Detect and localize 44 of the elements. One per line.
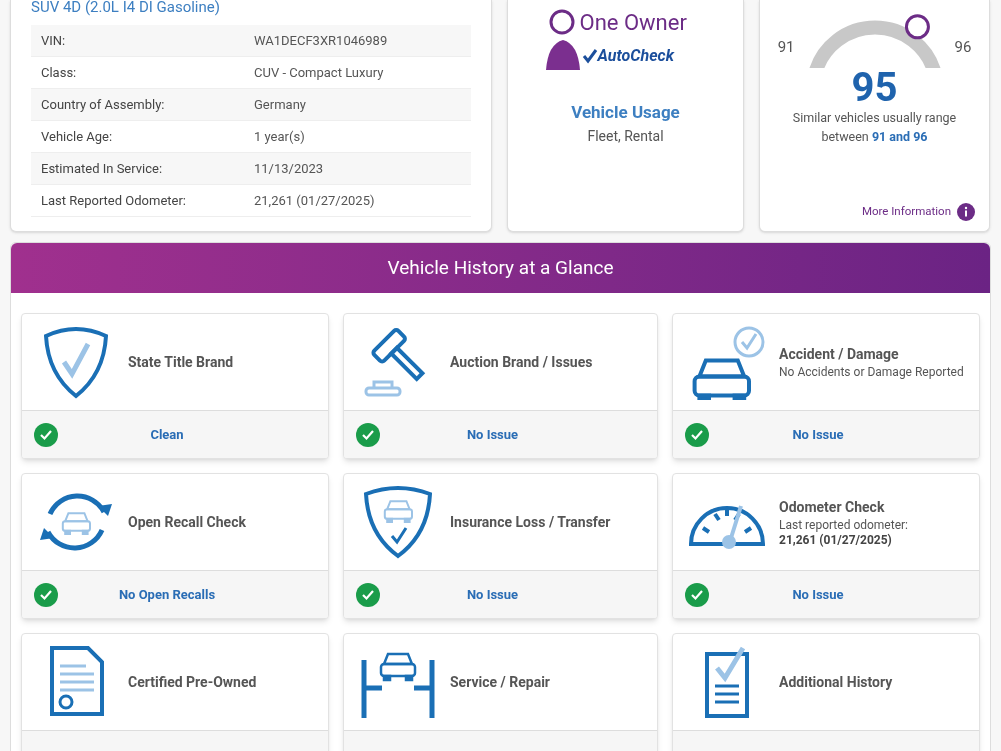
card-subtitle: No Accidents or Damage Reported: [779, 365, 964, 380]
card-title: Service / Repair: [450, 672, 550, 692]
card-title: Odometer Check: [779, 497, 886, 517]
usage-heading: Vehicle Usage: [571, 101, 680, 124]
spec-label: Last Reported Odometer:: [40, 191, 187, 210]
card-subtitle-value: 21,261 (01/27/2025): [779, 532, 893, 548]
score-value: 95: [851, 68, 898, 108]
spec-value: 11/13/2023: [254, 159, 324, 178]
spec-label: Class:: [40, 63, 78, 82]
card-result: No Issue: [465, 585, 520, 604]
more-information-link[interactable]: More Information: [861, 203, 951, 221]
spec-value: 21,261 (01/27/2025): [254, 191, 375, 210]
card-result: Clean: [149, 425, 185, 444]
card-title: Auction Brand / Issues: [450, 352, 593, 372]
spec-value: CUV - Compact Luxury: [254, 63, 384, 82]
card-result: No Issue: [465, 425, 520, 444]
card-title: Certified Pre-Owned: [128, 672, 257, 692]
section-title: Vehicle History at a Glance: [387, 254, 614, 281]
logo-subtitle: AutoCheck: [597, 45, 674, 67]
spec-value: Germany: [254, 95, 306, 114]
spec-label: Vehicle Age:: [40, 127, 114, 146]
card-subtitle: Last reported odometer:: [779, 517, 908, 533]
spec-label: VIN:: [40, 31, 67, 50]
info-icon[interactable]: [957, 203, 975, 221]
card-result: No Issue: [791, 585, 845, 604]
card-title: State Title Brand: [128, 352, 234, 372]
range-min: 91: [777, 37, 795, 58]
logo-title: One Owner: [579, 10, 687, 36]
card-title: Open Recall Check: [128, 512, 246, 532]
range-note: Similar vehicles usually range between 91 and 96: [791, 109, 958, 146]
spec-label: Estimated In Service:: [40, 159, 164, 178]
spec-label: Country of Assembly:: [40, 95, 166, 114]
spec-value: 1 year(s): [254, 127, 305, 146]
range-max: 96: [954, 37, 972, 58]
spec-value: WA1DECF3XR1046989: [254, 31, 388, 50]
card-result: No Issue: [791, 425, 845, 444]
usage-value: Fleet, Rental: [587, 126, 664, 146]
owner-logo-icon: [545, 8, 580, 70]
card-title: Insurance Loss / Transfer: [450, 512, 611, 532]
vehicle-title: SUV 4D (2.0L I4 DI Gasoline): [31, 0, 221, 16]
checkmark-icon: [581, 48, 598, 64]
card-title: Accident / Damage: [779, 345, 900, 364]
card-title: Additional History: [779, 672, 893, 692]
card-result: No Open Recalls: [117, 585, 217, 604]
